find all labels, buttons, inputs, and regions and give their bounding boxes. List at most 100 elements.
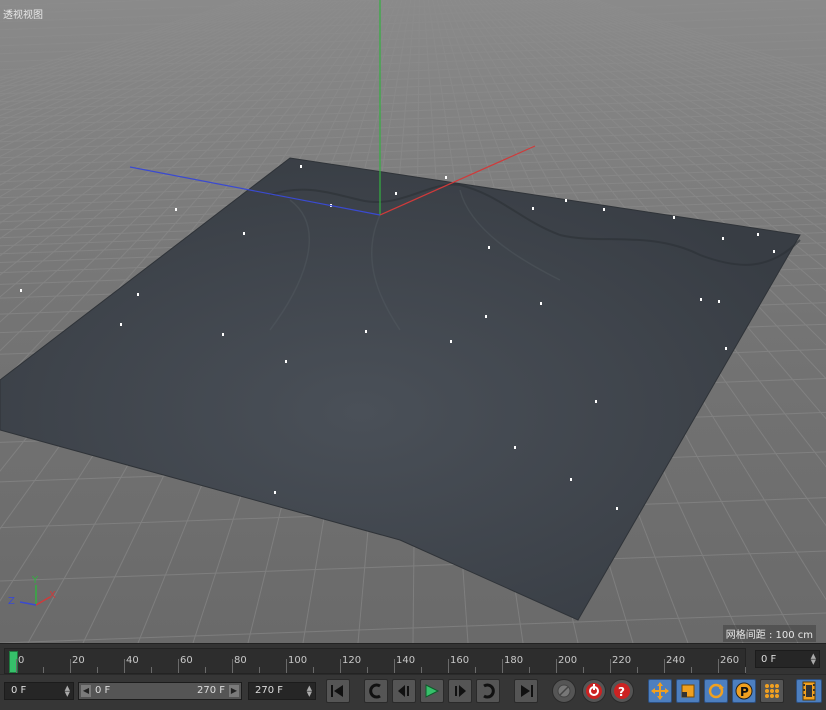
point-level-icon	[765, 684, 779, 698]
timeline-tick-label: 260	[720, 655, 740, 666]
step-back-button[interactable]	[392, 679, 416, 703]
timeline-tick	[97, 667, 98, 673]
timeline-tick	[70, 659, 71, 673]
timeline-tick	[718, 659, 719, 673]
param-key-button[interactable]: P	[732, 679, 756, 703]
end-frame-field[interactable]: 270 F ▲ ▼	[248, 682, 316, 700]
go-to-end-button[interactable]	[514, 679, 538, 703]
end-frame-value: 270 F	[255, 685, 284, 696]
particle-point	[445, 176, 447, 179]
move-key-button[interactable]	[648, 679, 672, 703]
timeline-tick-label: 240	[666, 655, 686, 666]
timeline-tick	[637, 667, 638, 673]
autokey-button[interactable]	[582, 679, 606, 703]
range-min-label: 0 F	[95, 685, 111, 696]
step-forward-icon	[455, 685, 466, 697]
go-to-start-button[interactable]	[326, 679, 350, 703]
gizmo-label-x: X	[49, 590, 56, 601]
particle-point	[673, 216, 675, 219]
timeline-tick	[16, 659, 17, 673]
particle-point	[485, 315, 487, 318]
timeline-tick	[259, 667, 260, 673]
particle-point	[540, 302, 542, 305]
go-to-start-icon	[331, 685, 343, 697]
timeline-tick	[43, 667, 44, 673]
step-forward-button[interactable]	[448, 679, 472, 703]
timeline-tick-label: 200	[558, 655, 578, 666]
current-frame-field[interactable]: 0 F ▲ ▼	[755, 650, 820, 668]
scale-key-button[interactable]	[676, 679, 700, 703]
timeline-tick	[475, 667, 476, 673]
timeline-tick-label: 60	[180, 655, 193, 666]
particle-point	[718, 300, 720, 303]
particle-point	[175, 208, 177, 211]
svg-text:?: ?	[618, 685, 625, 699]
param-key-icon: P	[735, 682, 753, 700]
timeline-tick-label: 140	[396, 655, 416, 666]
range-right-arrow-icon[interactable]: ▶	[229, 685, 239, 697]
preview-range-slider[interactable]: ◀ 0 F 270 F ▶	[78, 682, 242, 700]
play-button[interactable]	[420, 679, 444, 703]
timeline-tick-label: 20	[72, 655, 85, 666]
particle-point	[725, 347, 727, 350]
point-level-button[interactable]	[760, 679, 784, 703]
start-frame-spinner-icon[interactable]: ▲ ▼	[65, 685, 70, 698]
timeline-tick	[502, 659, 503, 673]
particle-point	[300, 165, 302, 168]
particle-point	[274, 491, 276, 494]
end-frame-spinner-icon[interactable]: ▲ ▼	[307, 685, 312, 698]
particle-point	[395, 192, 397, 195]
timeline-tick	[205, 667, 206, 673]
prev-key-button[interactable]	[364, 679, 388, 703]
step-back-icon	[398, 685, 409, 697]
gizmo-label-y: Y	[31, 575, 39, 586]
svg-text:P: P	[740, 685, 749, 699]
range-left-arrow-icon[interactable]: ◀	[81, 685, 91, 697]
timeline-tick	[313, 667, 314, 673]
record-disabled-icon	[557, 684, 571, 698]
timeline-ruler[interactable]: 0 20 40 60 80 100 120 140 160 180 200 220 240 260	[4, 648, 746, 674]
next-key-button[interactable]	[476, 679, 500, 703]
frame-spinner-icon[interactable]: ▲ ▼	[811, 653, 816, 666]
timeline-tick	[151, 667, 152, 673]
timeline-tick	[745, 667, 746, 673]
particle-point	[595, 400, 597, 403]
viewport-canvas[interactable]: Y X Z	[0, 0, 826, 643]
go-to-end-icon	[521, 685, 533, 697]
particle-point	[722, 237, 724, 240]
perspective-viewport[interactable]: Y X Z 透视视图 网格间距 : 100 cm	[0, 0, 826, 643]
keyframe-selection-icon: ?	[614, 683, 630, 699]
timeline-tick	[529, 667, 530, 673]
prev-key-icon	[369, 683, 381, 699]
autokey-icon	[586, 683, 602, 699]
grid-spacing-readout: 网格间距 : 100 cm	[722, 625, 816, 642]
animation-toolbar: 0 F ▲ ▼ ◀ 0 F 270 F ▶ 270 F ▲ ▼ ? P	[0, 674, 826, 710]
particle-point	[570, 478, 572, 481]
rotate-key-button[interactable]	[704, 679, 728, 703]
keyframe-selection-button[interactable]: ?	[610, 679, 634, 703]
rotate-key-icon	[708, 683, 724, 699]
record-button[interactable]	[552, 679, 576, 703]
particle-point	[603, 208, 605, 211]
particle-point	[565, 199, 567, 202]
timeline-tick-label: 40	[126, 655, 139, 666]
start-frame-field[interactable]: 0 F ▲ ▼	[4, 682, 74, 700]
viewport-title[interactable]: 透视视图	[3, 6, 43, 21]
particle-point	[285, 360, 287, 363]
timeline-tick	[556, 659, 557, 673]
timeline-tick	[583, 667, 584, 673]
timeline-tick	[394, 659, 395, 673]
gizmo-label-z: Z	[8, 596, 15, 607]
next-key-icon	[483, 683, 495, 699]
scale-key-icon	[681, 684, 695, 698]
timeline-tick-label: 100	[288, 655, 308, 666]
particle-point	[773, 250, 775, 253]
film-strip-icon	[802, 681, 816, 701]
particle-point	[757, 233, 759, 236]
timeline-tick	[340, 659, 341, 673]
particle-point	[488, 246, 490, 249]
particle-point	[532, 207, 534, 210]
particle-point	[514, 446, 516, 449]
particle-point	[222, 333, 224, 336]
timeline-window-button[interactable]	[796, 679, 822, 703]
